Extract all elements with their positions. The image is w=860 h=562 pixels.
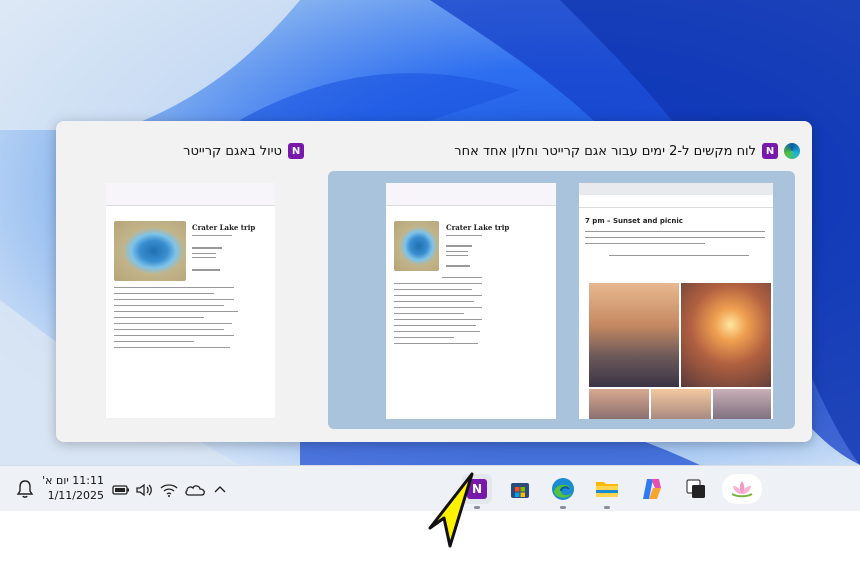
task-switcher-popup: N לוח מקשים ל-2 ימים עבור אגם קרייטר וחל… [56, 121, 812, 442]
blog-heading: 7 pm – Sunset and picnic [585, 217, 683, 225]
window-title: לוח מקשים ל-2 ימים עבור אגם קרייטר וחלון… [454, 143, 756, 159]
onenote-toolbar [106, 183, 275, 206]
edge-icon [784, 143, 800, 159]
mouse-cursor-icon [428, 472, 474, 548]
task-view-icon [686, 479, 705, 498]
copilot-taskbar-button[interactable] [637, 474, 667, 504]
store-icon [511, 483, 529, 498]
clock-date: 1/11/2025 [47, 489, 104, 502]
sunset-photo-2 [681, 283, 771, 387]
file-explorer-taskbar-button[interactable] [592, 474, 622, 504]
lotus-flower-icon [731, 481, 753, 498]
browser-addressbar [579, 195, 773, 208]
wifi-icon [160, 484, 178, 497]
widgets-taskbar-button[interactable] [722, 474, 762, 504]
sunset-photo-3 [589, 389, 649, 419]
note-title: Crater Lake trip [192, 223, 256, 232]
edge-taskbar-button[interactable] [548, 474, 578, 504]
clock-time: 11:11 יום א' [42, 474, 104, 487]
onenote-icon: N [288, 143, 304, 159]
battery-icon [112, 485, 129, 495]
onenote-toolbar [386, 183, 556, 206]
sunset-photo-1 [589, 283, 679, 387]
onenote-preview: Crater Lake trip [386, 183, 556, 419]
crater-lake-map [114, 221, 186, 281]
chevron-up-icon [214, 486, 226, 493]
system-tray[interactable] [110, 478, 230, 502]
window-thumbnail-group[interactable]: N לוח מקשים ל-2 ימים עבור אגם קרייטר וחל… [328, 135, 800, 431]
onenote-preview: Crater Lake trip [106, 183, 275, 418]
clock[interactable]: 11:11 יום א' 1/11/2025 [40, 474, 104, 506]
onenote-icon: N [762, 143, 778, 159]
copilot-icon [643, 479, 661, 499]
note-title: Crater Lake trip [446, 223, 510, 232]
onedrive-cloud-icon [185, 485, 205, 496]
folder-icon [596, 482, 618, 497]
notifications-button[interactable] [14, 478, 36, 500]
sunset-photo-5 [713, 389, 771, 419]
sunset-photo-4 [651, 389, 711, 419]
browser-tabbar [579, 183, 773, 195]
volume-icon [136, 483, 152, 497]
edge-icon [552, 478, 574, 500]
store-taskbar-button[interactable] [505, 474, 535, 504]
crater-lake-map [394, 221, 439, 271]
window-thumbnail-onenote[interactable]: N טיול באגם קרייטר Crater Lake trip [70, 135, 304, 431]
window-title: טיול באגם קרייטר [183, 143, 282, 159]
snap-group-preview: Crater Lake trip 7 pm – Sunset and picni… [328, 171, 795, 429]
browser-preview: 7 pm – Sunset and picnic [579, 183, 773, 419]
task-view-taskbar-button[interactable] [681, 474, 711, 504]
bell-icon [16, 480, 34, 498]
